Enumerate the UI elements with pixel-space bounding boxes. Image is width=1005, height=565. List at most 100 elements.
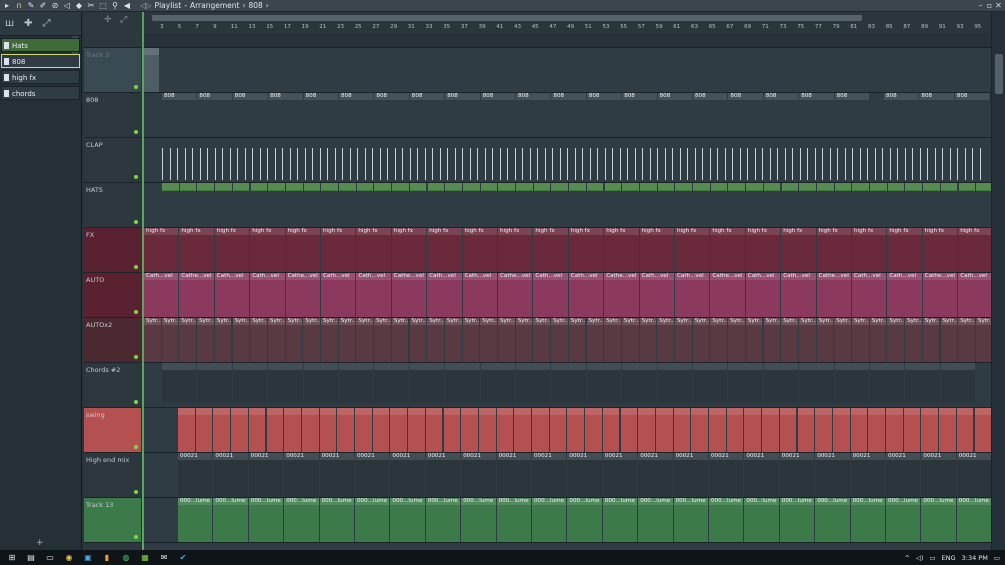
clip-track13[interactable]: 000...lume bbox=[673, 498, 708, 542]
track-enable-led[interactable] bbox=[134, 85, 138, 89]
clip-track13[interactable]: 000...lume bbox=[815, 498, 850, 542]
clip-track13[interactable]: 000...lume bbox=[390, 498, 425, 542]
clip-fx[interactable]: high fx bbox=[675, 228, 710, 272]
clip-hats[interactable] bbox=[498, 183, 515, 191]
clip-hats[interactable] bbox=[392, 183, 409, 191]
playhead[interactable] bbox=[142, 12, 144, 550]
clip-autox2[interactable]: Sytr...lume bbox=[480, 318, 497, 362]
horizontal-scrollbar[interactable] bbox=[152, 15, 862, 21]
clip-autox2[interactable]: Sytr...lume bbox=[338, 318, 356, 362]
breadcrumb-view[interactable]: Arrangement bbox=[190, 1, 240, 10]
clip-chords[interactable] bbox=[162, 363, 197, 403]
clip-808[interactable]: 808 bbox=[586, 93, 622, 101]
clip-hats[interactable] bbox=[356, 183, 374, 191]
clip-auto[interactable]: Cath...vel bbox=[745, 273, 781, 317]
clip-hats[interactable] bbox=[586, 183, 604, 191]
windows-icon[interactable]: ⊞ bbox=[5, 552, 19, 564]
clip-chords[interactable] bbox=[268, 363, 303, 403]
clip-fx[interactable]: high fx bbox=[462, 228, 497, 272]
track-header[interactable]: 808 bbox=[84, 93, 141, 138]
track-header[interactable]: FX bbox=[84, 228, 141, 273]
clip-hats[interactable] bbox=[409, 183, 427, 191]
clip-highend[interactable]: 00021 bbox=[744, 453, 779, 497]
clip-808[interactable]: 808 bbox=[445, 93, 480, 101]
clock[interactable]: 3:34 PM bbox=[962, 554, 988, 562]
select-icon[interactable]: ⬚ bbox=[98, 1, 108, 11]
clip-swing[interactable] bbox=[425, 408, 443, 452]
clip-hats[interactable] bbox=[445, 183, 462, 191]
pattern-icon[interactable]: ш bbox=[5, 18, 14, 29]
clip-swing[interactable] bbox=[638, 408, 655, 452]
clip-hats[interactable] bbox=[870, 183, 887, 191]
playlist-lane[interactable] bbox=[142, 138, 991, 183]
clip-hats[interactable] bbox=[728, 183, 746, 191]
track-enable-led[interactable] bbox=[134, 490, 138, 494]
clip-autox2[interactable]: Sytr...lume bbox=[551, 318, 568, 362]
clip-808[interactable]: 808 bbox=[834, 93, 869, 101]
clip-auto[interactable]: Cath...vel bbox=[427, 273, 462, 317]
clip-autox2[interactable]: Sytr...lume bbox=[710, 318, 728, 362]
clip-highend[interactable]: 00021 bbox=[638, 453, 673, 497]
track-enable-led[interactable] bbox=[134, 535, 138, 539]
clip-hats[interactable] bbox=[657, 183, 675, 191]
clip-autox2[interactable]: Sytr...lume bbox=[728, 318, 745, 362]
clip-highend[interactable]: 00021 bbox=[425, 453, 461, 497]
track-header[interactable]: HATS bbox=[84, 183, 141, 228]
explorer-icon[interactable]: ▭ bbox=[43, 552, 57, 564]
clip-chords[interactable] bbox=[728, 363, 763, 403]
clip-swing[interactable] bbox=[478, 408, 496, 452]
clip-swing[interactable] bbox=[372, 408, 390, 452]
clip-fx[interactable]: high fx bbox=[816, 228, 851, 272]
clip-auto[interactable]: Cath...vel bbox=[214, 273, 250, 317]
track-enable-led[interactable] bbox=[134, 355, 138, 359]
paint-icon[interactable]: ✐ bbox=[38, 1, 48, 11]
clip-highend[interactable]: 00021 bbox=[673, 453, 708, 497]
clip-swing[interactable] bbox=[939, 408, 956, 452]
track-header[interactable]: AUTO bbox=[84, 273, 141, 318]
clip-track13[interactable]: 000...lume bbox=[532, 498, 567, 542]
close-icon[interactable]: ✕ bbox=[994, 0, 1003, 11]
clip-highend[interactable]: 00021 bbox=[319, 453, 354, 497]
clip-autox2[interactable]: Sytr...lume bbox=[975, 318, 991, 362]
clip-highend[interactable]: 00021 bbox=[709, 453, 744, 497]
clip-highend[interactable]: 00021 bbox=[602, 453, 638, 497]
clip-autox2[interactable]: Sytr...lume bbox=[639, 318, 657, 362]
clip-fx[interactable]: high fx bbox=[250, 228, 285, 272]
notifications-icon[interactable]: ▭ bbox=[994, 554, 1000, 562]
clip-swing[interactable] bbox=[974, 408, 991, 452]
clip-highend[interactable]: 00021 bbox=[248, 453, 284, 497]
clip-808[interactable]: 808 bbox=[657, 93, 692, 101]
track-header[interactable]: AUTOx2 bbox=[84, 318, 141, 363]
chrome-icon[interactable]: ◉ bbox=[62, 552, 76, 564]
clip-track13[interactable]: 000...lume bbox=[567, 498, 602, 542]
clip-808[interactable]: 808 bbox=[763, 93, 799, 101]
ruler[interactable]: 3 5 7 9 11 13 15 17 19 21 23 25 27 29 31 33 35 37 39 41 43 45… bbox=[142, 24, 991, 33]
clip-track13[interactable]: 000...lume bbox=[178, 498, 213, 542]
clip-autox2[interactable]: Sytr...lume bbox=[922, 318, 940, 362]
clip-fx[interactable]: high fx bbox=[533, 228, 568, 272]
clip-track13[interactable]: 000...lume bbox=[284, 498, 319, 542]
clip-swing[interactable] bbox=[762, 408, 779, 452]
clip-swing[interactable] bbox=[443, 408, 461, 452]
clip-track13[interactable]: 000...lume bbox=[779, 498, 815, 542]
clip-swing[interactable] bbox=[461, 408, 478, 452]
clip-hats[interactable] bbox=[374, 183, 392, 191]
clip-swing[interactable] bbox=[709, 408, 726, 452]
clip-hats[interactable] bbox=[746, 183, 763, 191]
clip-hats[interactable] bbox=[162, 183, 179, 191]
add-icon[interactable]: ✚ bbox=[24, 18, 32, 29]
clip-hats[interactable] bbox=[852, 183, 869, 191]
clip-hats[interactable] bbox=[958, 183, 976, 191]
clip-hats[interactable] bbox=[923, 183, 940, 191]
clip-autox2[interactable]: Sytr...lume bbox=[250, 318, 267, 362]
clip-swing[interactable] bbox=[408, 408, 425, 452]
clip-hats[interactable] bbox=[781, 183, 799, 191]
clip-highend[interactable]: 00021 bbox=[921, 453, 956, 497]
clip-808b[interactable]: 808 bbox=[884, 93, 919, 101]
ruler-track[interactable] bbox=[142, 33, 991, 47]
clip-chords[interactable] bbox=[657, 363, 692, 403]
clip-track13[interactable]: 000...lume bbox=[956, 498, 991, 542]
clip-808[interactable]: 808 bbox=[799, 93, 834, 101]
clip-track13[interactable]: 000...lume bbox=[602, 498, 638, 542]
clip-chords[interactable] bbox=[516, 363, 551, 403]
